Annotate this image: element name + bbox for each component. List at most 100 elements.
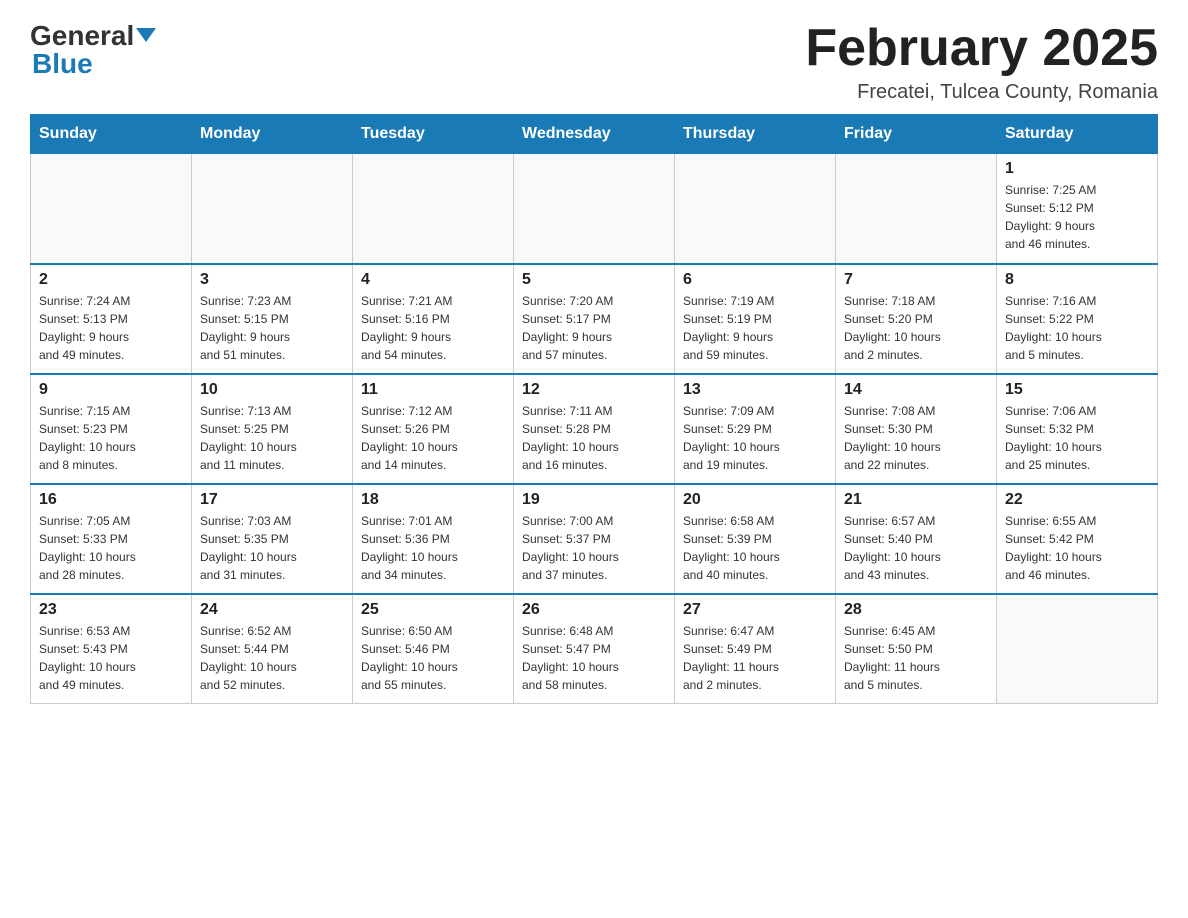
day-number: 10 (200, 381, 344, 399)
calendar-week-row: 16 Sunrise: 7:05 AM Sunset: 5:33 PM Dayli… (31, 484, 1158, 594)
day-info: Sunrise: 7:00 AM Sunset: 5:37 PM Dayligh… (522, 512, 666, 584)
day-info: Sunrise: 7:23 AM Sunset: 5:15 PM Dayligh… (200, 292, 344, 364)
day-number: 18 (361, 491, 505, 509)
month-title: February 2025 (805, 20, 1158, 77)
day-info: Sunrise: 7:11 AM Sunset: 5:28 PM Dayligh… (522, 402, 666, 474)
day-number: 12 (522, 381, 666, 399)
calendar-cell: 4Sunrise: 7:21 AM Sunset: 5:16 PM Daylig… (353, 264, 514, 374)
day-info: Sunrise: 6:47 AM Sunset: 5:49 PM Dayligh… (683, 622, 827, 694)
day-info: Sunrise: 7:18 AM Sunset: 5:20 PM Dayligh… (844, 292, 988, 364)
calendar-cell: 15 Sunrise: 7:06 AM Sunset: 5:32 PM Dayli… (997, 374, 1158, 484)
calendar-cell: 26 Sunrise: 6:48 AM Sunset: 5:47 PM Dayli… (514, 594, 675, 704)
day-number: 7 (844, 271, 988, 289)
calendar-cell: 25Sunrise: 6:50 AM Sunset: 5:46 PM Dayli… (353, 594, 514, 704)
day-info: Sunrise: 6:52 AM Sunset: 5:44 PM Dayligh… (200, 622, 344, 694)
day-info: Sunrise: 6:55 AM Sunset: 5:42 PM Dayligh… (1005, 512, 1149, 584)
day-number: 21 (844, 491, 988, 509)
day-info: Sunrise: 7:21 AM Sunset: 5:16 PM Dayligh… (361, 292, 505, 364)
weekday-header-wednesday: Wednesday (514, 115, 675, 154)
logo: General Blue (30, 20, 156, 80)
day-number: 22 (1005, 491, 1149, 509)
day-number: 3 (200, 271, 344, 289)
page-header: General Blue February 2025 Frecatei, Tul… (30, 20, 1158, 104)
day-info: Sunrise: 7:03 AM Sunset: 5:35 PM Dayligh… (200, 512, 344, 584)
day-number: 17 (200, 491, 344, 509)
calendar-cell: 10 Sunrise: 7:13 AM Sunset: 5:25 PM Dayli… (192, 374, 353, 484)
calendar-cell: 14 Sunrise: 7:08 AM Sunset: 5:30 PM Dayli… (836, 374, 997, 484)
day-info: Sunrise: 7:15 AM Sunset: 5:23 PM Dayligh… (39, 402, 183, 474)
day-number: 27 (683, 601, 827, 619)
day-number: 23 (39, 601, 183, 619)
day-info: Sunrise: 7:13 AM Sunset: 5:25 PM Dayligh… (200, 402, 344, 474)
calendar-cell: 23 Sunrise: 6:53 AM Sunset: 5:43 PM Dayli… (31, 594, 192, 704)
calendar-cell: 3 Sunrise: 7:23 AM Sunset: 5:15 PM Daylig… (192, 264, 353, 374)
weekday-header-row: SundayMondayTuesdayWednesdayThursdayFrid… (31, 115, 1158, 154)
calendar-cell: 18 Sunrise: 7:01 AM Sunset: 5:36 PM Dayli… (353, 484, 514, 594)
day-info: Sunrise: 7:12 AM Sunset: 5:26 PM Dayligh… (361, 402, 505, 474)
day-info: Sunrise: 7:16 AM Sunset: 5:22 PM Dayligh… (1005, 292, 1149, 364)
calendar-cell: 19Sunrise: 7:00 AM Sunset: 5:37 PM Dayli… (514, 484, 675, 594)
calendar-table: SundayMondayTuesdayWednesdayThursdayFrid… (30, 114, 1158, 704)
weekday-header-saturday: Saturday (997, 115, 1158, 154)
day-number: 9 (39, 381, 183, 399)
weekday-header-sunday: Sunday (31, 115, 192, 154)
day-info: Sunrise: 6:45 AM Sunset: 5:50 PM Dayligh… (844, 622, 988, 694)
title-section: February 2025 Frecatei, Tulcea County, R… (805, 20, 1158, 104)
day-info: Sunrise: 6:57 AM Sunset: 5:40 PM Dayligh… (844, 512, 988, 584)
calendar-cell: 1 Sunrise: 7:25 AM Sunset: 5:12 PM Daylig… (997, 154, 1158, 264)
calendar-cell: 27 Sunrise: 6:47 AM Sunset: 5:49 PM Dayli… (675, 594, 836, 704)
calendar-cell (997, 594, 1158, 704)
day-info: Sunrise: 7:06 AM Sunset: 5:32 PM Dayligh… (1005, 402, 1149, 474)
calendar-cell: 24 Sunrise: 6:52 AM Sunset: 5:44 PM Dayli… (192, 594, 353, 704)
calendar-cell (353, 154, 514, 264)
day-info: Sunrise: 6:53 AM Sunset: 5:43 PM Dayligh… (39, 622, 183, 694)
day-info: Sunrise: 6:48 AM Sunset: 5:47 PM Dayligh… (522, 622, 666, 694)
calendar-cell (31, 154, 192, 264)
weekday-header-friday: Friday (836, 115, 997, 154)
calendar-week-row: 1 Sunrise: 7:25 AM Sunset: 5:12 PM Daylig… (31, 154, 1158, 264)
calendar-week-row: 9 Sunrise: 7:15 AM Sunset: 5:23 PM Daylig… (31, 374, 1158, 484)
day-number: 11 (361, 381, 505, 399)
day-number: 1 (1005, 160, 1149, 178)
day-number: 24 (200, 601, 344, 619)
calendar-cell: 22 Sunrise: 6:55 AM Sunset: 5:42 PM Dayli… (997, 484, 1158, 594)
day-info: Sunrise: 7:24 AM Sunset: 5:13 PM Dayligh… (39, 292, 183, 364)
day-number: 6 (683, 271, 827, 289)
day-info: Sunrise: 7:19 AM Sunset: 5:19 PM Dayligh… (683, 292, 827, 364)
location-title: Frecatei, Tulcea County, Romania (805, 81, 1158, 104)
logo-arrow-icon (136, 28, 156, 42)
calendar-cell (514, 154, 675, 264)
day-number: 2 (39, 271, 183, 289)
calendar-cell: 12 Sunrise: 7:11 AM Sunset: 5:28 PM Dayli… (514, 374, 675, 484)
calendar-cell: 21 Sunrise: 6:57 AM Sunset: 5:40 PM Dayli… (836, 484, 997, 594)
day-number: 14 (844, 381, 988, 399)
calendar-cell: 7 Sunrise: 7:18 AM Sunset: 5:20 PM Daylig… (836, 264, 997, 374)
day-number: 13 (683, 381, 827, 399)
calendar-cell: 6 Sunrise: 7:19 AM Sunset: 5:19 PM Daylig… (675, 264, 836, 374)
day-info: Sunrise: 6:58 AM Sunset: 5:39 PM Dayligh… (683, 512, 827, 584)
calendar-cell: 16 Sunrise: 7:05 AM Sunset: 5:33 PM Dayli… (31, 484, 192, 594)
calendar-cell: 9 Sunrise: 7:15 AM Sunset: 5:23 PM Daylig… (31, 374, 192, 484)
calendar-cell: 8 Sunrise: 7:16 AM Sunset: 5:22 PM Daylig… (997, 264, 1158, 374)
day-number: 16 (39, 491, 183, 509)
day-number: 5 (522, 271, 666, 289)
day-info: Sunrise: 7:05 AM Sunset: 5:33 PM Dayligh… (39, 512, 183, 584)
calendar-cell (836, 154, 997, 264)
day-info: Sunrise: 7:08 AM Sunset: 5:30 PM Dayligh… (844, 402, 988, 474)
day-number: 26 (522, 601, 666, 619)
day-number: 15 (1005, 381, 1149, 399)
calendar-cell: 13 Sunrise: 7:09 AM Sunset: 5:29 PM Dayli… (675, 374, 836, 484)
day-number: 8 (1005, 271, 1149, 289)
calendar-cell: 28 Sunrise: 6:45 AM Sunset: 5:50 PM Dayli… (836, 594, 997, 704)
day-info: Sunrise: 7:09 AM Sunset: 5:29 PM Dayligh… (683, 402, 827, 474)
day-info: Sunrise: 7:01 AM Sunset: 5:36 PM Dayligh… (361, 512, 505, 584)
calendar-cell: 17 Sunrise: 7:03 AM Sunset: 5:35 PM Dayli… (192, 484, 353, 594)
calendar-cell: 20 Sunrise: 6:58 AM Sunset: 5:39 PM Dayli… (675, 484, 836, 594)
day-number: 20 (683, 491, 827, 509)
day-info: Sunrise: 7:25 AM Sunset: 5:12 PM Dayligh… (1005, 181, 1149, 253)
logo-blue: Blue (30, 48, 93, 80)
day-number: 25 (361, 601, 505, 619)
weekday-header-monday: Monday (192, 115, 353, 154)
calendar-cell: 11 Sunrise: 7:12 AM Sunset: 5:26 PM Dayli… (353, 374, 514, 484)
day-number: 28 (844, 601, 988, 619)
